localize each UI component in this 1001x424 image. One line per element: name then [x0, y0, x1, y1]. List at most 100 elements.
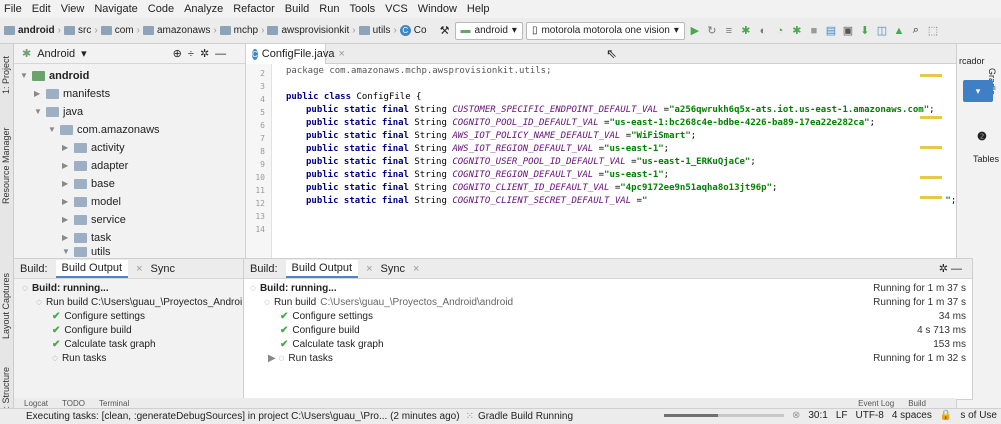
tree-item-adapter[interactable]: ▶ adapter [62, 157, 128, 174]
editor-tab-configfile[interactable]: C ConfigFile.java × [246, 44, 345, 64]
build-row[interactable]: ◌ Run build C:\Users\guau_\Proyectos_Andro… [264, 297, 513, 308]
breadcrumb-com[interactable]: com [100, 25, 134, 36]
tree-item-manifests[interactable]: ▶ manifests [34, 85, 110, 102]
device-select[interactable]: ▯ motorola motorola one vision ▾ [525, 21, 685, 40]
build-row[interactable]: ✔ Calculate task graph [280, 339, 384, 350]
menu-edit[interactable]: Edit [32, 3, 51, 15]
tool-tab-project[interactable]: 1: Project [1, 56, 11, 94]
tool-tab-event-log[interactable]: Event Log [858, 399, 894, 408]
warning-marker[interactable] [920, 176, 942, 179]
tab-sync[interactable]: Sync [151, 263, 175, 275]
blue-panel-button[interactable]: ▾ [963, 80, 993, 102]
run-icon[interactable]: ▶ [688, 24, 702, 38]
attach-debugger-icon[interactable]: ✱ [790, 24, 804, 38]
stop-icon[interactable]: ■ [807, 24, 821, 38]
build-row[interactable]: ◌ Build: running... [250, 283, 337, 294]
tab-build-output[interactable]: Build Output [55, 259, 129, 278]
run-config-select[interactable]: ▬ android ▾ [454, 21, 523, 40]
tree-item-android[interactable]: ▼ android [20, 67, 89, 84]
collapse-icon[interactable]: ÷ [188, 48, 194, 60]
breadcrumb-android[interactable]: android [4, 25, 55, 36]
build-row[interactable]: ✔ Configure settings [280, 311, 373, 322]
build-row[interactable]: ✔ Configure build [280, 325, 360, 336]
warning-marker[interactable] [920, 146, 942, 149]
search-icon[interactable]: ⌕ [909, 24, 923, 38]
warning-marker[interactable] [920, 116, 942, 119]
build-row[interactable]: ✔ Configure settings [52, 311, 145, 322]
hammer-icon[interactable]: ⚒ [438, 24, 452, 38]
tool-tab-tables[interactable]: Tables [973, 154, 999, 164]
menu-code[interactable]: Code [148, 3, 174, 15]
avd-manager-icon[interactable]: ▣ [841, 24, 855, 38]
debug-icon[interactable]: ✱ [739, 24, 753, 38]
line-separator[interactable]: LF [836, 410, 848, 421]
breadcrumb-utils[interactable]: utils [358, 25, 390, 36]
tool-tab-layout-captures[interactable]: Layout Captures [1, 273, 11, 339]
breadcrumb-configfile[interactable]: C Co [399, 25, 427, 36]
tree-item-com-amazonaws[interactable]: ▼ com.amazonaws [48, 121, 160, 138]
tool-tab-todo[interactable]: TODO [62, 399, 85, 408]
event-log-icon[interactable]: ⬚ [926, 24, 940, 38]
cancel-icon[interactable]: ⊗ [792, 410, 800, 421]
warning-marker[interactable] [920, 196, 942, 199]
hide-icon[interactable]: — [215, 48, 226, 60]
locate-icon[interactable]: ⊕ [173, 47, 182, 60]
tool-tab-terminal[interactable]: Terminal [99, 399, 129, 408]
gear-icon[interactable]: ✲ [200, 47, 209, 60]
build-row[interactable]: ◌ Build: running... [22, 283, 109, 294]
project-view-select[interactable]: Android [37, 48, 75, 60]
android-assistant-icon[interactable]: ▲ [892, 24, 906, 38]
menu-view[interactable]: View [61, 3, 85, 15]
sdk-manager-icon[interactable]: ⬇ [858, 24, 872, 38]
tool-tab-structure[interactable]: Z: Structure [1, 367, 11, 414]
build-row[interactable]: ▶ ◌ Run tasks [268, 353, 333, 364]
breadcrumb-amazonaws[interactable]: amazonaws [142, 25, 210, 36]
apply-changes-icon[interactable]: ↻ [705, 24, 719, 38]
menu-tools[interactable]: Tools [349, 3, 375, 15]
menu-vcs[interactable]: VCS [385, 3, 408, 15]
close-icon[interactable]: × [136, 263, 142, 275]
chevron-down-icon[interactable]: ▾ [81, 47, 87, 60]
menu-analyze[interactable]: Analyze [184, 3, 223, 15]
tree-item-service[interactable]: ▶ service [62, 211, 126, 228]
layout-inspector-icon[interactable]: ◫ [875, 24, 889, 38]
tree-item-model[interactable]: ▶ model [62, 193, 121, 210]
caret-position[interactable]: 30:1 [808, 410, 827, 421]
tool-tab-build[interactable]: Build [908, 399, 926, 408]
tab-build-output[interactable]: Build Output [285, 259, 359, 278]
breadcrumb-awsprovisionkit[interactable]: awsprovisionkit [267, 25, 349, 36]
close-icon[interactable]: × [366, 263, 372, 275]
menu-file[interactable]: File [4, 3, 22, 15]
tool-tab-logcat[interactable]: Logcat [24, 399, 48, 408]
status-task[interactable]: Gradle Build Running [478, 411, 573, 422]
lock-icon[interactable]: 🔒 [940, 410, 952, 421]
apply-code-changes-icon[interactable]: ≡ [722, 24, 736, 38]
build-row[interactable]: ✔ Calculate task graph [52, 339, 156, 350]
profile-icon[interactable]: ◔ [773, 24, 787, 38]
sync-project-icon[interactable]: ▤ [824, 24, 838, 38]
tree-item-activity[interactable]: ▶ activity [62, 139, 125, 156]
gear-icon[interactable]: ✲ — [939, 262, 962, 275]
menu-navigate[interactable]: Navigate [94, 3, 137, 15]
breadcrumb-mchp[interactable]: mchp [219, 25, 258, 36]
menu-window[interactable]: Window [418, 3, 457, 15]
build-row[interactable]: ◌ Run build C:\Users\guau_\Proyectos_Andr… [36, 297, 242, 308]
warning-marker[interactable] [920, 74, 942, 77]
help-icon[interactable]: ❷ [977, 130, 987, 143]
menu-build[interactable]: Build [285, 3, 309, 15]
coverage-icon[interactable]: ◐ [756, 24, 770, 38]
close-icon[interactable]: × [413, 263, 419, 275]
build-row[interactable]: ◌ Run tasks [52, 353, 106, 364]
breadcrumb-src[interactable]: src [64, 25, 91, 36]
tree-item-base[interactable]: ▶ base [62, 175, 115, 192]
indent-setting[interactable]: 4 spaces [892, 410, 932, 421]
tab-sync[interactable]: Sync [381, 263, 405, 275]
menu-refactor[interactable]: Refactor [233, 3, 275, 15]
build-row[interactable]: ✔ Configure build [52, 325, 132, 336]
tree-item-java[interactable]: ▼ java [34, 103, 83, 120]
status-message[interactable]: Executing tasks: [clean, :generateDebugS… [26, 411, 460, 422]
file-encoding[interactable]: UTF-8 [855, 410, 883, 421]
menu-help[interactable]: Help [467, 3, 490, 15]
close-icon[interactable]: × [339, 48, 345, 60]
code-editor[interactable]: 2 3 4 5 6 7 8 9 10 11 12 13 14 package c… [246, 64, 956, 258]
